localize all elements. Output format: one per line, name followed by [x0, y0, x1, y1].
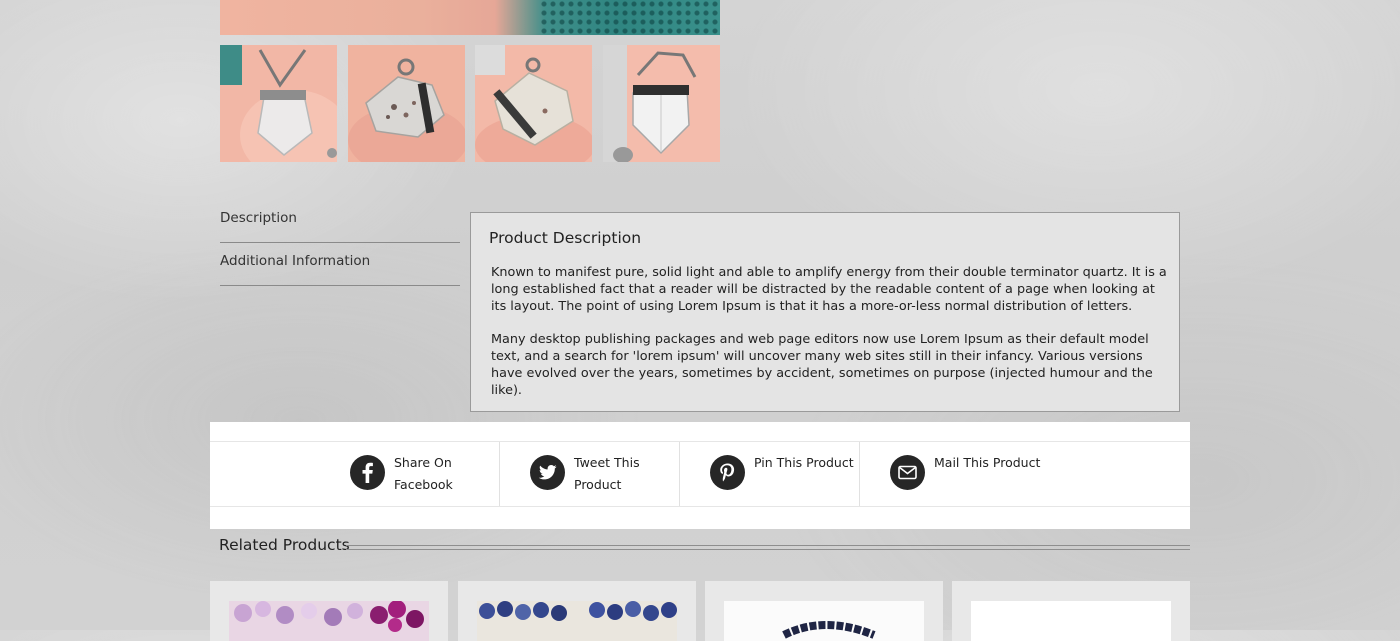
related-products-title: Related Products	[219, 536, 350, 554]
related-product-image-4	[971, 601, 1171, 641]
share-divider	[679, 442, 680, 506]
product-tabs: Description Additional Information	[220, 200, 460, 286]
share-facebook-button[interactable]: Share On Facebook	[350, 442, 500, 506]
gallery-thumbnail-4[interactable]	[603, 45, 720, 162]
related-product-card-3[interactable]	[705, 581, 943, 641]
related-products-divider	[346, 545, 1190, 550]
tab-description[interactable]: Description	[220, 200, 460, 243]
main-product-image[interactable]	[220, 0, 720, 35]
related-product-card-1[interactable]	[210, 581, 448, 641]
twitter-icon	[530, 455, 565, 490]
description-paragraph-1: Known to manifest pure, solid light and …	[491, 265, 1167, 314]
related-product-image-2	[477, 601, 677, 641]
share-row: Share On Facebook Tweet This Product Pin…	[210, 441, 1190, 507]
related-product-image-3	[724, 601, 924, 641]
share-pinterest-label: Pin This Product	[754, 455, 854, 470]
share-pinterest-button[interactable]: Pin This Product	[710, 442, 860, 506]
facebook-icon	[350, 455, 385, 490]
gallery-thumbnail-2[interactable]	[348, 45, 465, 162]
product-description-panel: Product Description Known to manifest pu…	[470, 212, 1180, 412]
related-product-card-4[interactable]	[952, 581, 1190, 641]
share-mail-button[interactable]: Mail This Product	[890, 442, 1040, 506]
share-facebook-label: Share On Facebook	[394, 455, 453, 492]
gallery-thumbnail-3[interactable]	[475, 45, 592, 162]
share-mail-label: Mail This Product	[934, 455, 1041, 470]
share-divider	[859, 442, 860, 506]
product-description-title: Product Description	[489, 229, 642, 247]
related-product-image-1	[229, 601, 429, 641]
related-product-card-2[interactable]	[458, 581, 696, 641]
share-twitter-button[interactable]: Tweet This Product	[530, 442, 680, 506]
gallery-thumbnail-1[interactable]	[220, 45, 337, 162]
share-bar: Share On Facebook Tweet This Product Pin…	[210, 422, 1190, 529]
description-paragraph-2: Many desktop publishing packages and web…	[491, 332, 1153, 398]
pinterest-icon	[710, 455, 745, 490]
mail-icon	[890, 455, 925, 490]
share-divider	[499, 442, 500, 506]
share-twitter-label: Tweet This Product	[574, 455, 640, 492]
tab-additional-information[interactable]: Additional Information	[220, 243, 460, 286]
main-product-image-texture	[540, 0, 720, 35]
